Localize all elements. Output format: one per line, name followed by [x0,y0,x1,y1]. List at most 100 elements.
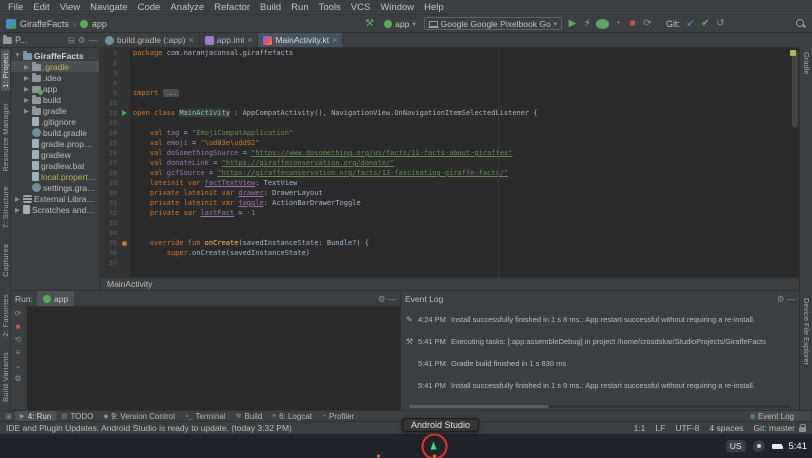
status-git-master[interactable]: Git: master [753,423,795,433]
toolwindow-stripe-2-favorites[interactable]: 2: Favorites [1,291,10,340]
chrome-app-button[interactable] [370,438,387,455]
toolwindow-button-9-version-control[interactable]: ◆9: Version Control [98,411,180,421]
lock-icon[interactable] [799,427,806,432]
tree-item-gradlew-bat[interactable]: gradlew.bat [11,160,99,171]
event-log-list[interactable]: ✎4:24 PMInstall successfully finished in… [406,306,797,403]
editor-tab-app-iml[interactable]: app.iml× [200,33,259,47]
toolwindow-stripe-resource-manager[interactable]: Resource Manager [1,100,10,175]
tree-item-giraffefacts[interactable]: ▼GiraffeFacts ~/StudioProjects/Gi [11,50,99,61]
git-update-icon[interactable]: ↙ [684,18,697,30]
tree-item-idea[interactable]: ▶.idea [11,72,99,83]
run-icon[interactable]: ▶ [566,18,579,30]
debug-icon[interactable] [596,19,609,29]
keyboard-layout-indicator[interactable]: US [726,440,746,452]
status-4-spaces[interactable]: 4 spaces [709,423,743,433]
menu-run[interactable]: Run [286,2,313,13]
console-settings-icon[interactable]: ⚙ [14,374,21,383]
run-configuration-select[interactable]: app ▾ [380,17,419,30]
project-panel-title[interactable]: P... [15,35,27,45]
tree-item-external-libraries[interactable]: ▶External Libraries [11,193,99,204]
restart-activity-icon[interactable]: ⟲ [15,335,22,344]
close-tab-icon[interactable]: × [247,35,252,45]
menu-file[interactable]: File [3,2,28,13]
collapse-all-icon[interactable]: ⊟ [68,35,75,45]
editor-tab-mainactivity-kt[interactable]: MainActivity.kt× [258,33,343,47]
make-project-hammer-icon[interactable]: ⚒ [363,18,376,30]
device-select[interactable]: Google Google Pixelbook Go ▾ [424,17,562,30]
tree-item-build[interactable]: ▶build [11,94,99,105]
toolwindow-stripe-captures[interactable]: Captures [1,241,10,280]
menu-navigate[interactable]: Navigate [85,2,133,13]
status-lf[interactable]: LF [655,423,665,433]
menu-analyze[interactable]: Analyze [165,2,209,13]
apply-changes-icon[interactable]: ⚡ [581,18,594,30]
toolwindow-button-4-run[interactable]: ▶4: Run [15,411,57,421]
hide-panel-icon[interactable]: ― [787,294,796,304]
breadcrumb-project[interactable]: GiraffeFacts [20,19,69,29]
status-message[interactable]: IDE and Plugin Updates: Android Studio i… [6,423,292,433]
tree-item-build-gradle[interactable]: build.gradle [11,127,99,138]
expand-all-icon[interactable]: ⌄ [15,361,22,370]
git-rollback-icon[interactable]: ↺ [714,18,727,30]
close-tab-icon[interactable]: × [189,35,194,45]
code-editor[interactable]: 1package com.naranjaconsal.giraffefacts2… [100,48,799,290]
toolwindow-stripe-build-variants[interactable]: Build Variants [1,349,10,405]
toolwindow-button-6-logcat[interactable]: ≡6: Logcat [267,411,317,421]
profile-icon[interactable]: ◔ [611,18,624,30]
hide-panel-icon[interactable]: ― [89,35,98,45]
status-1-1[interactable]: 1:1 [634,423,646,433]
settings-gear-icon[interactable]: ⚙ [78,35,86,45]
tree-item-local-properties[interactable]: local.properties [11,171,99,182]
menu-window[interactable]: Window [375,2,419,13]
toolwindow-button-terminal[interactable]: >_Terminal [180,411,231,421]
toolwindow-switcher-icon[interactable]: ⊞ [2,412,15,421]
tree-item-scratches-and-consoles[interactable]: ▶Scratches and Consoles [11,204,99,215]
tree-item-gitignore[interactable]: .gitignore [11,116,99,127]
menu-code[interactable]: Code [133,2,166,13]
tree-item-settings-gradle[interactable]: settings.gradle [11,182,99,193]
settings-gear-icon[interactable]: ⚙ [378,294,386,304]
tree-item-gradle[interactable]: ▶gradle [11,105,99,116]
menu-view[interactable]: View [55,2,85,13]
hide-panel-icon[interactable]: ― [388,294,397,304]
toolwindow-stripe-7-structure[interactable]: 7: Structure [1,183,10,231]
android-studio-app-button[interactable] [426,438,443,455]
toolwindow-stripe-1-project[interactable]: 1: Project [1,50,10,91]
stop-icon[interactable]: ■ [16,322,21,331]
search-icon[interactable] [795,18,806,29]
console-layout-icon[interactable]: ≡ [16,348,21,357]
menu-edit[interactable]: Edit [28,2,54,13]
tree-item-gradle-properties[interactable]: gradle.properties [11,138,99,149]
toolwindow-button-event-log[interactable]: Event Log [750,411,810,421]
stop-icon[interactable]: ■ [626,18,639,30]
menu-vcs[interactable]: VCS [346,2,376,13]
settings-gear-icon[interactable]: ⚙ [777,294,785,304]
tree-item-gradlew[interactable]: gradlew [11,149,99,160]
toolwindow-stripe-device-file-explorer[interactable]: Device File Explorer [802,298,811,365]
tree-item-gradle[interactable]: ▶.gradle [11,61,99,72]
menu-refactor[interactable]: Refactor [209,2,255,13]
run-console[interactable] [27,306,400,410]
inspections-indicator-icon[interactable] [790,50,796,56]
tree-item-app[interactable]: ▶app [11,83,99,94]
git-commit-icon[interactable]: ✔ [699,18,712,30]
toolwindow-button-todo[interactable]: ▤TODO [56,411,98,421]
breadcrumb-class[interactable]: MainActivity [107,279,152,289]
code-area[interactable]: 1package com.naranjaconsal.giraffefacts2… [100,48,799,277]
files-app-button[interactable] [398,438,415,455]
status-utf-8[interactable]: UTF-8 [675,423,699,433]
editor-scrollbar[interactable] [792,50,798,128]
run-tab-app[interactable]: app [37,291,74,306]
breadcrumb-module[interactable]: app [92,19,107,29]
rerun-icon[interactable]: ⟳ [15,309,22,318]
close-tab-icon[interactable]: × [332,35,337,45]
sync-gradle-icon[interactable]: ⟳ [641,18,654,30]
toolwindow-button-profiler[interactable]: ◔Profiler [317,411,359,421]
toolwindow-stripe-gradle[interactable]: Gradle [802,52,811,75]
event-log-hscrollbar[interactable] [409,405,791,408]
toolwindow-button-build[interactable]: ⚒Build [231,411,268,421]
editor-tab-build-gradle-app[interactable]: build.gradle (:app)× [100,33,200,47]
clock[interactable]: 5:41 [789,441,808,452]
menu-help[interactable]: Help [419,2,449,13]
menu-build[interactable]: Build [255,2,286,13]
